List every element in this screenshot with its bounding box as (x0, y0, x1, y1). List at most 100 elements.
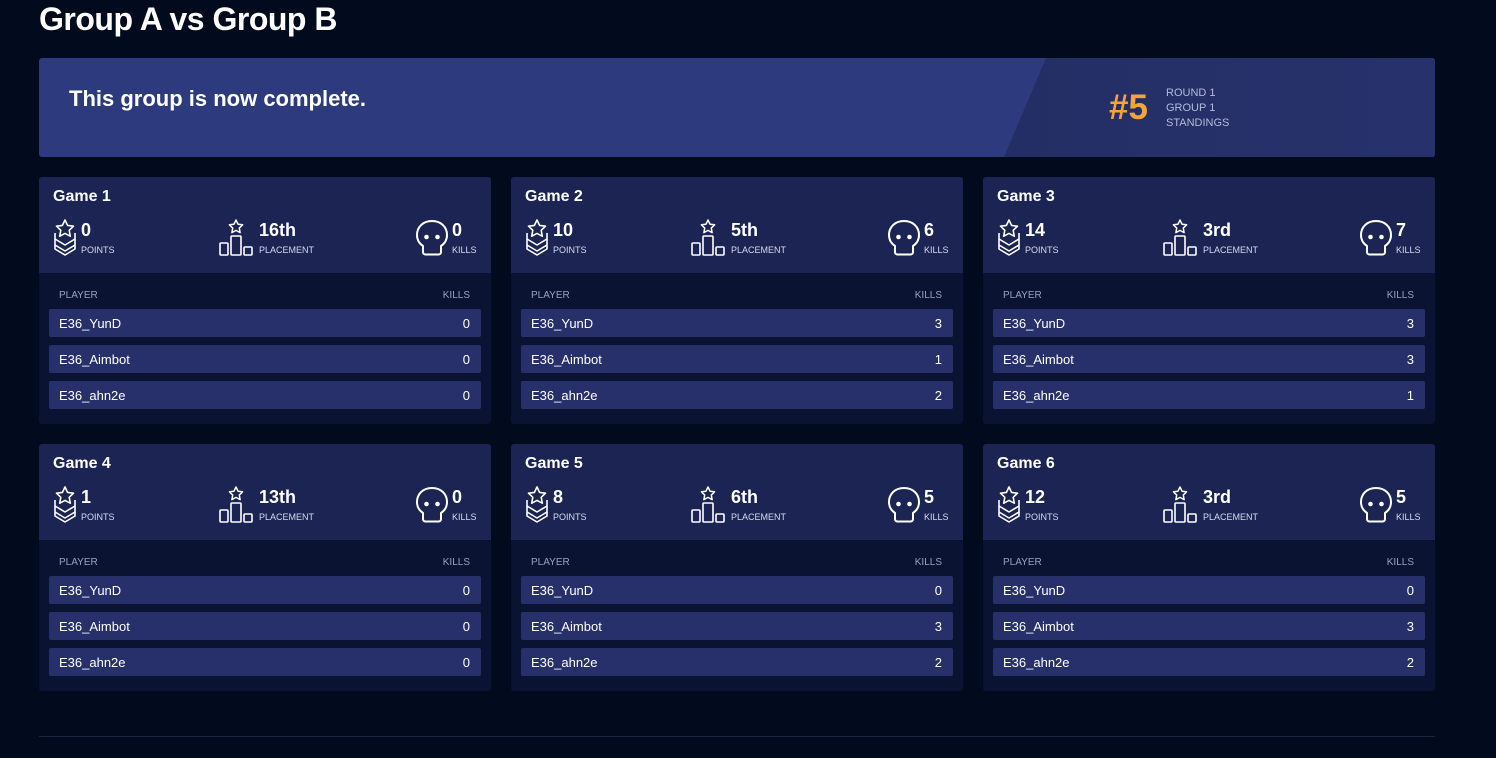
player-row: E36_ahn2e 2 (993, 648, 1425, 676)
kills-label: KILLS (452, 245, 477, 255)
player-column-header: PLAYER (531, 557, 570, 568)
player-row: E36_ahn2e 2 (521, 648, 953, 676)
player-name: E36_Aimbot (531, 352, 602, 367)
player-name: E36_Aimbot (1003, 619, 1074, 634)
player-row: E36_YunD 0 (49, 576, 481, 604)
footer-divider (39, 736, 1435, 737)
kills-label: KILLS (452, 512, 477, 522)
kills-column-header: KILLS (442, 290, 470, 301)
group-complete-message: This group is now complete. (69, 86, 367, 111)
player-kills: 3 (934, 619, 942, 634)
game-card-header: Game 3 14 POINTS 3rd PLACEMENT 7 KILLS (983, 177, 1435, 273)
player-kills: 2 (934, 388, 942, 403)
game-card-header: Game 4 1 POINTS 13th PLACEMENT 0 KILLS (39, 444, 491, 540)
player-name: E36_YunD (59, 583, 122, 598)
player-name: E36_ahn2e (1003, 655, 1070, 670)
player-name: E36_Aimbot (531, 619, 602, 634)
chevron-star-icon (997, 219, 1021, 262)
player-name: E36_YunD (59, 316, 122, 331)
placement-value: 16th (259, 220, 297, 240)
player-kills: 0 (462, 583, 470, 598)
kills-value: 5 (1396, 487, 1407, 507)
game-card-header: Game 5 8 POINTS 6th PLACEMENT 5 KILLS (511, 444, 963, 540)
game-card-header: Game 6 12 POINTS 3rd PLACEMENT 5 KILLS (983, 444, 1435, 540)
game-card-2: Game 2 10 POINTS 5th PLACEMENT 6 KILLS P… (511, 177, 963, 424)
kills-label: KILLS (1396, 512, 1421, 522)
points-value: 8 (553, 487, 564, 507)
placement-value: 13th (259, 487, 297, 507)
player-row: E36_ahn2e 0 (49, 381, 481, 409)
player-name: E36_ahn2e (59, 655, 126, 670)
kills-value: 6 (924, 220, 935, 240)
chevron-star-icon (525, 486, 549, 529)
skull-icon (415, 219, 449, 262)
player-kills: 0 (462, 352, 470, 367)
game-card-6: Game 6 12 POINTS 3rd PLACEMENT 5 KILLS P… (983, 444, 1435, 691)
chevron-star-icon (53, 219, 77, 262)
player-column-header: PLAYER (1003, 557, 1042, 568)
kills-label: KILLS (924, 245, 949, 255)
player-column-header: PLAYER (1003, 290, 1042, 301)
player-kills: 2 (934, 655, 942, 670)
group-status-banner: This group is now complete. #5 ROUND 1 G… (39, 58, 1435, 157)
kills-value: 0 (452, 220, 463, 240)
placement-value: 3rd (1203, 220, 1232, 240)
page-title: Group A vs Group B (39, 1, 337, 37)
player-name: E36_YunD (1003, 583, 1066, 598)
skull-icon (887, 486, 921, 529)
player-kills: 0 (1406, 583, 1414, 598)
player-row: E36_Aimbot 3 (993, 612, 1425, 640)
placement-label: PLACEMENT (731, 512, 787, 522)
game-card-5: Game 5 8 POINTS 6th PLACEMENT 5 KILLS PL… (511, 444, 963, 691)
player-column-header: PLAYER (59, 290, 98, 301)
player-row: E36_YunD 3 (993, 309, 1425, 337)
placement-label: PLACEMENT (1203, 512, 1259, 522)
game-card-header: Game 1 0 POINTS 16th PLACEMENT 0 KILLS (39, 177, 491, 273)
player-row: E36_YunD 0 (993, 576, 1425, 604)
player-name: E36_Aimbot (59, 619, 130, 634)
chevron-star-icon (525, 219, 549, 262)
game-title: Game 2 (525, 188, 583, 205)
game-card-header: Game 2 10 POINTS 5th PLACEMENT 6 KILLS (511, 177, 963, 273)
player-row: E36_Aimbot 3 (521, 612, 953, 640)
player-name: E36_ahn2e (59, 388, 126, 403)
kills-value: 7 (1396, 220, 1407, 240)
skull-icon (1359, 486, 1393, 529)
points-value: 12 (1025, 487, 1046, 507)
chevron-star-icon (53, 486, 77, 529)
player-kills: 3 (1406, 619, 1414, 634)
player-row: E36_YunD 0 (49, 309, 481, 337)
player-kills: 0 (462, 619, 470, 634)
game-title: Game 6 (997, 455, 1055, 472)
game-title: Game 1 (53, 188, 111, 205)
kills-label: KILLS (924, 512, 949, 522)
points-label: POINTS (81, 245, 115, 255)
player-row: E36_Aimbot 1 (521, 345, 953, 373)
player-kills: 3 (1406, 316, 1414, 331)
game-title: Game 4 (53, 455, 111, 472)
chevron-star-icon (997, 486, 1021, 529)
points-value: 1 (81, 487, 92, 507)
standing-rank: #5 (1109, 88, 1148, 127)
player-kills: 0 (462, 388, 470, 403)
game-title: Game 3 (997, 188, 1055, 205)
points-value: 0 (81, 220, 92, 240)
kills-label: KILLS (1396, 245, 1421, 255)
player-row: E36_Aimbot 0 (49, 612, 481, 640)
podium-icon (1163, 486, 1199, 529)
player-row: E36_YunD 3 (521, 309, 953, 337)
points-label: POINTS (1025, 245, 1059, 255)
placement-value: 3rd (1203, 487, 1232, 507)
player-name: E36_YunD (531, 316, 594, 331)
kills-value: 5 (924, 487, 935, 507)
podium-icon (691, 219, 727, 262)
player-row: E36_YunD 0 (521, 576, 953, 604)
player-name: E36_ahn2e (531, 655, 598, 670)
player-name: E36_YunD (531, 583, 594, 598)
round-label: ROUND 1 (1166, 87, 1216, 99)
placement-label: PLACEMENT (1203, 245, 1259, 255)
player-name: E36_Aimbot (1003, 352, 1074, 367)
game-title: Game 5 (525, 455, 583, 472)
podium-icon (219, 486, 255, 529)
podium-icon (691, 486, 727, 529)
